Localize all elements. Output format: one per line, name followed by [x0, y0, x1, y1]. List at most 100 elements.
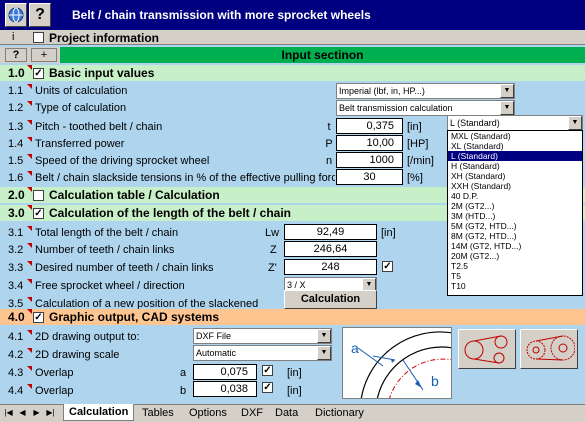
comment-marker-icon	[27, 154, 32, 159]
tab-data[interactable]: Data	[270, 405, 303, 422]
calc-type-label: Type of calculation	[35, 102, 127, 114]
next-sheet-icon[interactable]: ▶	[30, 406, 43, 420]
prev-sheet-icon[interactable]: ◀	[16, 406, 29, 420]
section-3-checkbox[interactable]: ✓	[33, 208, 44, 219]
info-marker: i	[12, 31, 15, 43]
draw-2d-button[interactable]	[458, 329, 516, 369]
total-length-unit: [in]	[381, 227, 396, 239]
expand-button[interactable]: +	[31, 48, 57, 62]
overlap-b-input[interactable]: 0,038	[193, 381, 257, 397]
pitch-option[interactable]: 5M (GT2, HTD...)	[448, 221, 582, 231]
input-section-title: Input sectinon	[60, 47, 585, 63]
units-value: Imperial (lbf, in, HP...)	[339, 86, 425, 96]
overlap-a-symbol: a	[180, 367, 187, 379]
chevron-down-icon[interactable]: ▼	[568, 116, 582, 130]
pitch-option[interactable]: T5	[448, 271, 582, 281]
units-select[interactable]: Imperial (lbf, in, HP...) ▼	[336, 83, 515, 99]
comment-marker-icon	[27, 187, 32, 192]
units-label: Units of calculation	[35, 85, 128, 97]
pitch-option[interactable]: 40 D.P.	[448, 191, 582, 201]
pitch-option[interactable]: 3M (HTD...)	[448, 211, 582, 221]
comment-marker-icon	[27, 84, 32, 89]
slackside-input[interactable]: 30	[336, 169, 403, 185]
pitch-label: Pitch - toothed belt / chain	[35, 121, 163, 133]
section-1-checkbox[interactable]: ✓	[33, 68, 44, 79]
comment-marker-icon	[27, 384, 32, 389]
last-sheet-icon[interactable]: ▶|	[44, 406, 57, 420]
comment-marker-icon	[27, 137, 32, 142]
section-3-title: Calculation of the length of the belt / …	[49, 206, 292, 220]
free-wheel-label: Free sprocket wheel / direction	[35, 280, 185, 292]
slackside-label: Belt / chain slackside tensions in % of …	[35, 172, 335, 184]
comment-marker-icon	[27, 171, 32, 176]
tab-options[interactable]: Options	[184, 405, 232, 422]
pitch-type-select[interactable]: L (Standard) ▼	[447, 115, 583, 131]
pitch-input[interactable]: 0,375	[336, 118, 403, 134]
chevron-down-icon[interactable]: ▼	[317, 346, 331, 360]
globe-icon	[8, 7, 24, 23]
comment-marker-icon	[27, 348, 32, 353]
pitch-option[interactable]: XH (Standard)	[448, 171, 582, 181]
desired-teeth-input[interactable]: 248	[284, 259, 377, 275]
sprocket-gear-icon	[526, 335, 576, 361]
project-info-title: Project information	[49, 31, 160, 45]
overlap-diagram: a b	[342, 327, 452, 399]
overlap-a-checkbox[interactable]: ✓	[262, 365, 273, 376]
power-input[interactable]: 10,00	[336, 135, 403, 151]
chevron-down-icon[interactable]: ▼	[500, 84, 514, 98]
pitch-option[interactable]: 2M (GT2...)	[448, 201, 582, 211]
input-help-button[interactable]: ?	[5, 48, 27, 62]
diagram-label-b: b	[431, 373, 439, 389]
comment-marker-icon	[27, 330, 32, 335]
section-4-checkbox[interactable]: ✓	[33, 312, 44, 323]
overlap-b-checkbox[interactable]: ✓	[262, 382, 273, 393]
pitch-option[interactable]: T10	[448, 281, 582, 291]
chevron-down-icon[interactable]: ▼	[317, 329, 331, 343]
drawing-output-select[interactable]: DXF File ▼	[193, 328, 332, 344]
tab-tables[interactable]: Tables	[137, 405, 179, 422]
pitch-type-list[interactable]: MXL (Standard) XL (Standard) L (Standard) H…	[447, 130, 583, 296]
pitch-option[interactable]: T2.5	[448, 261, 582, 271]
comment-marker-icon	[27, 205, 32, 210]
pitch-option[interactable]: MXL (Standard)	[448, 131, 582, 141]
pitch-option[interactable]: H (Standard)	[448, 161, 582, 171]
comment-marker-icon	[27, 366, 32, 371]
tab-dxf[interactable]: DXF	[236, 405, 268, 422]
drawing-output-label: 2D drawing output to:	[35, 331, 140, 343]
slackside-unit: [%]	[407, 172, 423, 184]
comment-marker-icon	[27, 243, 32, 248]
calculation-button[interactable]: Calculation	[284, 290, 377, 309]
project-info-checkbox[interactable]	[33, 32, 44, 43]
drawing-output-value: DXF File	[196, 331, 232, 341]
help-button[interactable]: ?	[29, 3, 51, 27]
first-sheet-icon[interactable]: |◀	[2, 406, 15, 420]
drawing-scale-label: 2D drawing scale	[35, 349, 120, 361]
comment-marker-icon	[27, 261, 32, 266]
app-logo-button[interactable]	[5, 3, 27, 27]
section-2-checkbox[interactable]	[33, 190, 44, 201]
drawing-scale-select[interactable]: Automatic ▼	[193, 345, 332, 361]
total-length-label: Total length of the belt / chain	[35, 227, 179, 239]
desired-teeth-symbol: Z'	[268, 262, 277, 274]
calc-type-select[interactable]: Belt transmission calculation ▼	[336, 100, 515, 116]
speed-unit: [/min]	[407, 155, 434, 167]
comment-marker-icon	[27, 120, 32, 125]
pitch-option[interactable]: XL (Standard)	[448, 141, 582, 151]
draw-3d-button[interactable]	[520, 329, 578, 369]
window-title: Belt / chain transmission with more spro…	[72, 8, 371, 22]
tab-dictionary[interactable]: Dictionary	[310, 405, 369, 422]
pitch-option[interactable]: 8M (GT2, HTD...)	[448, 231, 582, 241]
tab-calculation[interactable]: Calculation	[63, 404, 135, 421]
speed-input[interactable]: 1000	[336, 152, 403, 168]
comment-marker-icon	[27, 309, 32, 314]
pitch-option[interactable]: L (Standard)	[448, 151, 582, 161]
pitch-option[interactable]: 14M (GT2, HTD...)	[448, 241, 582, 251]
pitch-option[interactable]: XXH (Standard)	[448, 181, 582, 191]
comment-marker-icon	[27, 297, 32, 302]
chevron-down-icon[interactable]: ▼	[500, 101, 514, 115]
comment-marker-icon	[27, 65, 32, 70]
calc-type-value: Belt transmission calculation	[339, 103, 453, 113]
pitch-option[interactable]: 20M (GT2...)	[448, 251, 582, 261]
overlap-a-input[interactable]: 0,075	[193, 364, 257, 380]
desired-teeth-checkbox[interactable]: ✓	[382, 261, 393, 272]
